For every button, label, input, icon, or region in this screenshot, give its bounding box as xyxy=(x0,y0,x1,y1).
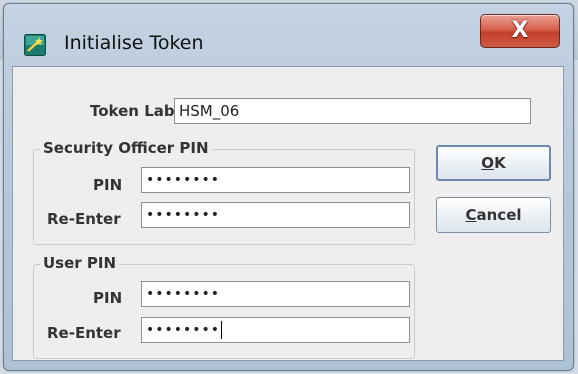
cancel-button[interactable]: Cancel xyxy=(436,197,551,233)
token-wand-icon xyxy=(24,34,46,56)
close-icon: X xyxy=(511,18,529,43)
user-reenter-input[interactable]: •••••••• xyxy=(141,317,410,343)
ok-mnemonic: O xyxy=(481,154,495,172)
security-officer-pin-group xyxy=(33,149,415,245)
so-reenter-label: Re-Enter xyxy=(47,210,121,228)
title-bar[interactable]: Initialise Token X xyxy=(4,4,573,64)
cancel-mnemonic: C xyxy=(465,206,477,224)
user-pin-group xyxy=(33,264,415,359)
user-pin-input[interactable]: •••••••• xyxy=(141,281,410,307)
so-reenter-input[interactable]: •••••••• xyxy=(141,202,410,228)
cancel-label-rest: ancel xyxy=(476,206,522,224)
ok-label-rest: K xyxy=(494,154,506,172)
ok-button[interactable]: OK xyxy=(436,145,551,181)
security-officer-pin-title: Security Officer PIN xyxy=(40,139,212,157)
so-pin-label: PIN xyxy=(93,176,123,194)
token-label-input[interactable]: HSM_06 xyxy=(174,98,531,124)
close-button[interactable]: X xyxy=(480,14,560,48)
dialog-content: Token Label HSM_06 Security Officer PIN … xyxy=(12,66,564,361)
window-title: Initialise Token xyxy=(64,32,204,54)
text-caret xyxy=(221,321,223,339)
so-pin-input[interactable]: •••••••• xyxy=(141,167,410,193)
initialise-token-dialog: Initialise Token X Token Label HSM_06 Se… xyxy=(3,3,574,371)
user-pin-label: PIN xyxy=(93,289,123,307)
user-reenter-value: •••••••• xyxy=(146,322,221,338)
user-pin-title: User PIN xyxy=(40,254,120,272)
user-reenter-label: Re-Enter xyxy=(47,324,121,342)
